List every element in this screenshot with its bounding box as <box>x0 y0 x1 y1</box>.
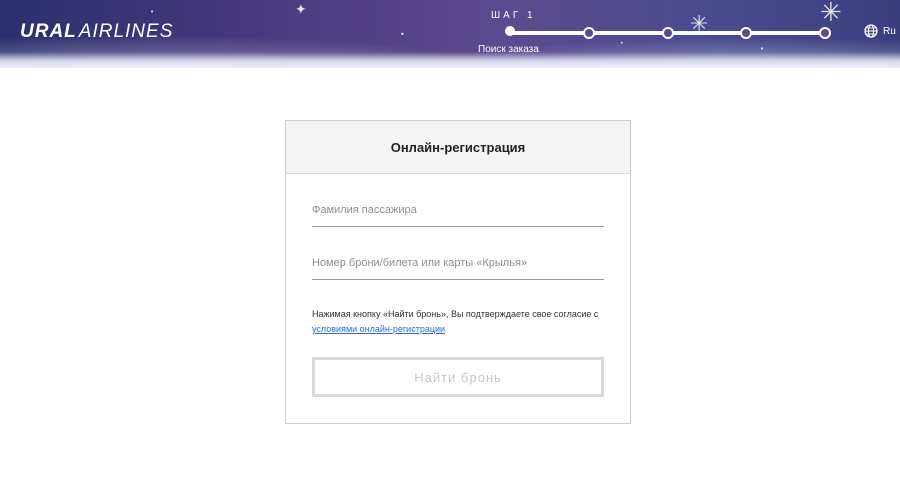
consent-text: Нажимая кнопку «Найти бронь», Вы подтвер… <box>312 309 599 319</box>
language-selector[interactable]: Ru <box>864 24 896 38</box>
booking-number-input[interactable] <box>312 257 604 269</box>
step-dot-2 <box>583 27 595 39</box>
ural-airlines-logo[interactable]: URAL AIRLINES <box>20 20 173 44</box>
snowflake-icon: • <box>150 8 155 16</box>
form-title: Онлайн-регистрация <box>286 121 630 174</box>
logo-thin-text: AIRLINES <box>78 21 174 42</box>
snowflake-icon: ✦ <box>295 2 307 18</box>
booking-number-field <box>312 253 604 280</box>
step-dot-1 <box>505 26 515 36</box>
globe-icon <box>864 24 878 38</box>
snowflake-icon: ✳ <box>820 0 842 28</box>
step-dot-3 <box>662 27 674 39</box>
logo-bold-text: URAL <box>20 21 77 42</box>
step-dot-5 <box>819 27 831 39</box>
find-booking-button[interactable]: Найти бронь <box>312 357 604 397</box>
step-label: ШАГ 1 <box>491 10 536 21</box>
step-subtitle: Поиск заказа <box>478 44 539 55</box>
surname-field <box>312 200 604 227</box>
snowflake-icon: • <box>620 40 624 47</box>
surname-input[interactable] <box>312 204 604 216</box>
consent-notice: Нажимая кнопку «Найти бронь», Вы подтвер… <box>312 307 612 337</box>
language-label: Ru <box>883 25 896 37</box>
checkin-form-card: Онлайн-регистрация Нажимая кнопку «Найти… <box>285 120 631 424</box>
step-dot-4 <box>740 27 752 39</box>
checkin-terms-link[interactable]: условиями онлайн-регистрации <box>312 324 445 334</box>
snowflake-icon: • <box>400 30 405 39</box>
snow-decoration <box>0 52 900 68</box>
header-banner: ✦ ✳ ✳ • • • • URAL AIRLINES ШАГ 1 Поиск … <box>0 0 900 68</box>
